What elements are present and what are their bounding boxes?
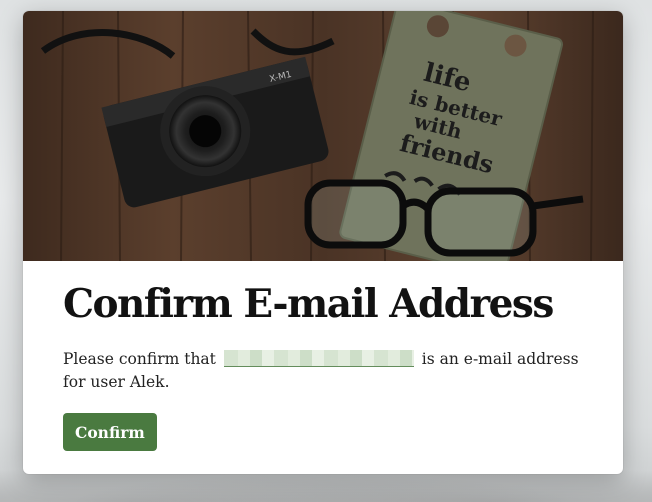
confirm-email-card: X-M1 life is better with friends Confirm… <box>23 11 623 474</box>
hero-photo: X-M1 life is better with friends <box>23 11 623 261</box>
email-address-link[interactable] <box>223 349 414 367</box>
page-title: Confirm E-mail Address <box>63 281 554 327</box>
dialog-content: Confirm E-mail Address Please confirm th… <box>63 283 593 394</box>
confirmation-message: Please confirm that is an e-mail address… <box>63 348 593 394</box>
confirm-button[interactable]: Confirm <box>63 413 157 451</box>
message-before: Please confirm that <box>63 349 216 368</box>
